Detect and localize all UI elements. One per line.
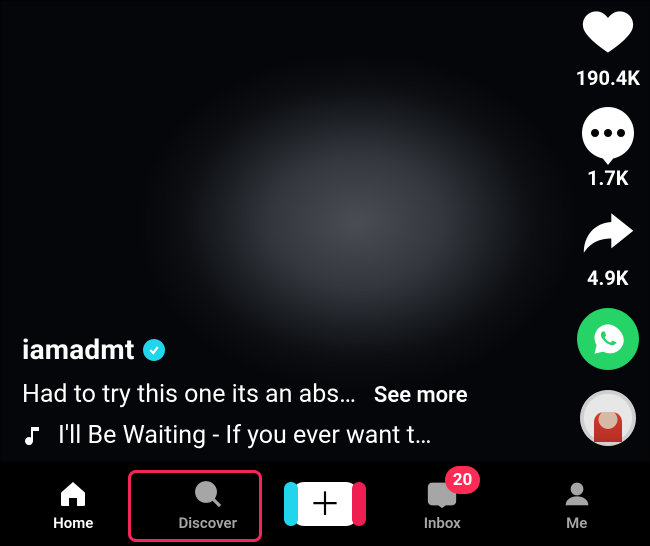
bottom-nav: Home Discover ＋ 20 Inbox [0,462,650,546]
like-count: 190.4K [576,66,640,90]
verified-badge-icon [143,339,165,361]
nav-me-label: Me [566,514,587,532]
share-button[interactable]: 4.9K [579,204,637,290]
nav-inbox-label: Inbox [424,514,461,532]
comment-button[interactable]: 1.7K [579,104,637,190]
nav-discover-label: Discover [179,514,237,532]
nav-discover[interactable]: Discover [141,476,276,532]
nav-create[interactable]: ＋ [275,482,375,526]
like-button[interactable]: 190.4K [576,4,640,90]
caption-row: Had to try this one its an abs… See more [22,380,540,409]
share-icon [579,204,637,262]
sound-disc-icon [580,390,636,446]
comment-icon [579,104,637,162]
comment-count: 1.7K [587,166,628,190]
nav-home[interactable]: Home [6,476,141,532]
tiktok-feed-screen: 190.4K 1.7K 4.9K iamadmt [0,0,650,546]
author-row[interactable]: iamadmt [22,333,540,366]
sound-disc-button[interactable] [580,390,636,446]
plus-icon: ＋ [309,488,341,520]
music-note-icon [22,424,46,448]
nav-inbox[interactable]: 20 Inbox [375,476,510,532]
create-button[interactable]: ＋ [292,482,358,526]
profile-icon [559,476,595,512]
nav-home-label: Home [53,514,93,532]
whatsapp-icon [577,308,639,370]
author-username: iamadmt [22,333,135,366]
heart-icon [579,4,637,62]
home-icon [55,476,91,512]
inbox-icon: 20 [424,476,460,512]
search-icon [190,476,226,512]
whatsapp-share-button[interactable] [577,308,639,370]
sound-title: I'll Be Waiting - If you ever want t… [58,421,431,450]
see-more-button[interactable]: See more [374,383,468,408]
inbox-badge: 20 [445,466,481,494]
nav-me[interactable]: Me [510,476,645,532]
action-rail: 190.4K 1.7K 4.9K [576,0,640,446]
caption-text: Had to try this one its an abs… [22,380,356,409]
share-count: 4.9K [587,266,628,290]
sound-row[interactable]: I'll Be Waiting - If you ever want t… [22,421,540,450]
video-info-overlay: iamadmt Had to try this one its an abs… … [22,333,540,450]
